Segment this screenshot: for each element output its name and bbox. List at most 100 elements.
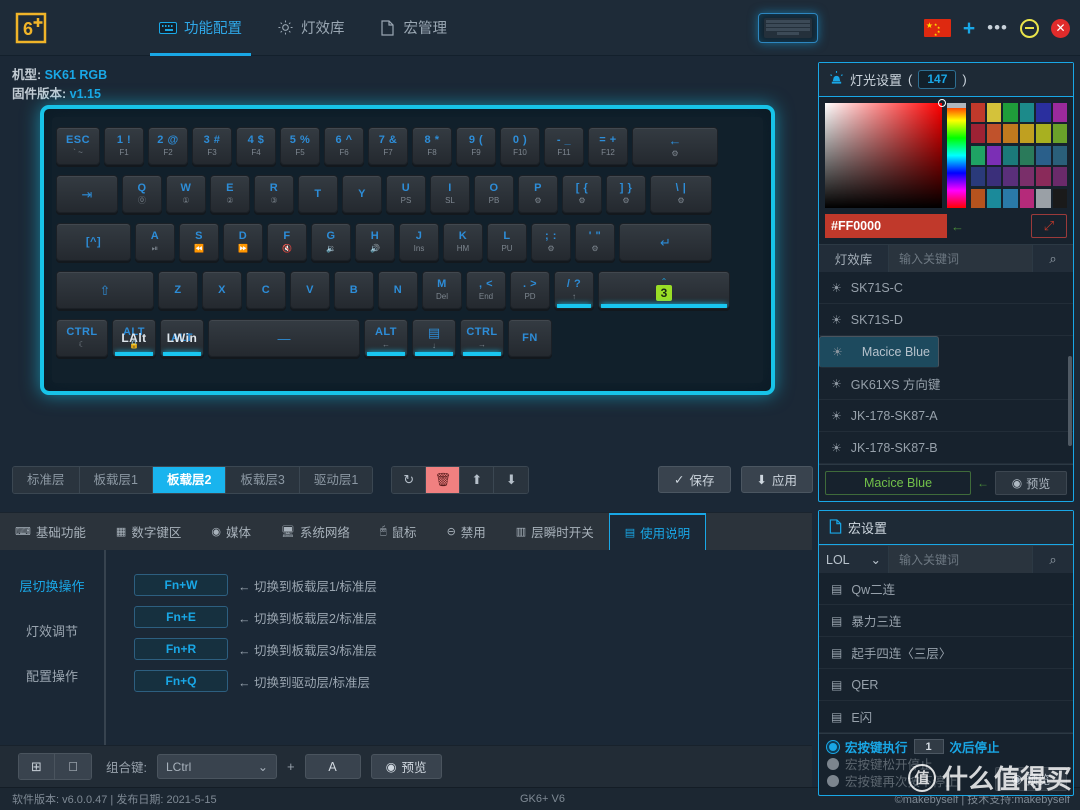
key-k[interactable]: K HM xyxy=(443,223,483,261)
key-'"[interactable]: ' " ⚙ xyxy=(575,223,615,261)
hex-value-field[interactable]: #FF0000 xyxy=(825,214,947,238)
key-8*[interactable]: 8 * F8 xyxy=(412,127,452,165)
color-swatch-15[interactable] xyxy=(1019,145,1035,165)
key-6^[interactable]: 6 ^ F6 xyxy=(324,127,364,165)
color-swatch-21[interactable] xyxy=(1019,167,1035,187)
key-=+[interactable]: = + F12 xyxy=(588,127,628,165)
color-swatch-23[interactable] xyxy=(1052,167,1067,187)
key-r[interactable]: R③ xyxy=(254,175,294,213)
key-/?[interactable]: / ? ↑ xyxy=(554,271,594,309)
key-5%[interactable]: 5 % F5 xyxy=(280,127,320,165)
key-w[interactable]: W① xyxy=(166,175,206,213)
key-⇥[interactable]: ⇥ xyxy=(56,175,118,213)
key-b[interactable]: B xyxy=(334,271,374,309)
key--_[interactable]: - _ F11 xyxy=(544,127,584,165)
search-icon[interactable]: ⌕ xyxy=(1033,546,1073,573)
color-swatch-26[interactable] xyxy=(1003,188,1018,208)
key-↵[interactable]: ↵ xyxy=(619,223,712,261)
macro-item-2[interactable]: ▤ 起手四连〈三层〉 xyxy=(819,637,1073,669)
macro-group-select[interactable]: LOL ⌄ xyxy=(819,546,889,573)
key-,<[interactable]: , < End xyxy=(466,271,506,309)
color-swatch-28[interactable] xyxy=(1036,188,1051,208)
key-f[interactable]: F 🔇 xyxy=(267,223,307,261)
color-swatch-17[interactable] xyxy=(1052,145,1067,165)
color-swatch-11[interactable] xyxy=(1052,124,1067,144)
key-x[interactable]: X xyxy=(202,271,242,309)
color-swatch-10[interactable] xyxy=(1036,124,1051,144)
color-swatch-6[interactable] xyxy=(970,124,986,144)
key-;:[interactable]: ; : ⚙ xyxy=(531,223,571,261)
key-←[interactable]: ← ⚙ xyxy=(632,127,718,165)
color-swatch-29[interactable] xyxy=(1052,188,1067,208)
keyboard-preview-button[interactable] xyxy=(758,13,818,43)
color-swatch-16[interactable] xyxy=(1036,145,1051,165)
function-tab-6[interactable]: ▥ 层瞬时开关 xyxy=(501,513,609,551)
download-icon[interactable]: ⬇ xyxy=(494,467,529,493)
color-swatch-27[interactable] xyxy=(1019,188,1035,208)
color-swatch-9[interactable] xyxy=(1019,124,1035,144)
key-ctrl[interactable]: CTRL → xyxy=(460,319,504,357)
light-library-button[interactable]: 灯效库 xyxy=(819,245,889,272)
macro-item-3[interactable]: ▤ QER xyxy=(819,669,1073,701)
key-d[interactable]: D ⏩ xyxy=(223,223,263,261)
close-button[interactable]: ✕ xyxy=(1051,18,1070,38)
key-1![interactable]: 1 ! F1 xyxy=(104,127,144,165)
minimize-button[interactable] xyxy=(1020,18,1039,38)
macro-item-4[interactable]: ▤ E闪 xyxy=(819,701,1073,733)
key-ctrl[interactable]: CTRL ☾ xyxy=(56,319,108,357)
key-4$[interactable]: 4 $ F4 xyxy=(236,127,276,165)
color-swatch-25[interactable] xyxy=(987,188,1002,208)
color-swatch-12[interactable] xyxy=(970,145,986,165)
function-tab-4[interactable]: 🖱 鼠标 xyxy=(365,513,432,551)
key-0)[interactable]: 0 ) F10 xyxy=(500,127,540,165)
usage-key-button-1[interactable]: Fn+E xyxy=(134,606,228,628)
key-9([interactable]: 9 (F9 xyxy=(456,127,496,165)
more-options-button[interactable]: ••• xyxy=(987,18,1008,38)
color-swatch-19[interactable] xyxy=(987,167,1002,187)
key-m[interactable]: M Del xyxy=(422,271,462,309)
macro-item-1[interactable]: ▤ 暴力三连 xyxy=(819,605,1073,637)
nav-item-macro-manage[interactable]: 宏管理 xyxy=(362,0,465,56)
layer-tab-3[interactable]: 板载层3 xyxy=(226,467,300,493)
color-swatch-14[interactable] xyxy=(1003,145,1018,165)
usage-key-button-0[interactable]: Fn+W xyxy=(134,574,228,596)
key-]}[interactable]: ] } ⚙ xyxy=(606,175,646,213)
key-esc[interactable]: ESC ` ~ xyxy=(56,127,100,165)
color-swatch-7[interactable] xyxy=(987,124,1002,144)
color-swatch-5[interactable] xyxy=(1052,103,1067,122)
macro-search-input[interactable]: 输入关键词 xyxy=(889,546,1033,573)
color-swatch-8[interactable] xyxy=(1003,124,1018,144)
color-swatch-20[interactable] xyxy=(1003,167,1018,187)
color-swatch-1[interactable] xyxy=(987,103,1002,122)
key-3[interactable]: ⌃ 3 xyxy=(598,271,730,309)
key-z[interactable]: Z xyxy=(158,271,198,309)
key-i[interactable]: I SL xyxy=(430,175,470,213)
nav-item-light-library[interactable]: 灯效库 xyxy=(259,0,362,56)
upload-icon[interactable]: ⬆ xyxy=(460,467,495,493)
light-search-input[interactable]: 输入关键词 xyxy=(889,245,1033,272)
color-swatch-22[interactable] xyxy=(1036,167,1051,187)
key-▤[interactable]: ▤ ↓ xyxy=(412,319,456,357)
key-j[interactable]: J Ins xyxy=(399,223,439,261)
key-e[interactable]: E② xyxy=(210,175,250,213)
function-tab-1[interactable]: ▦ 数字键区 xyxy=(101,513,196,551)
macro-radio-count[interactable]: 宏按键执行 1 次后停止 xyxy=(827,738,1067,755)
color-swatch-13[interactable] xyxy=(987,145,1002,165)
light-list-scrollbar[interactable] xyxy=(1068,356,1072,446)
add-device-button[interactable]: + xyxy=(963,18,975,39)
key-lwin[interactable]: ALT LWin xyxy=(160,319,204,357)
color-swatch-24[interactable] xyxy=(970,188,986,208)
key-a[interactable]: A ⏯ xyxy=(135,223,175,261)
key-[^][interactable]: [^] xyxy=(56,223,131,261)
key-lalt[interactable]: ALT LAlt 🔒 xyxy=(112,319,156,357)
china-flag-icon[interactable]: ★ ★ ★ ★ ★ xyxy=(923,19,951,37)
light-effect-item-1[interactable]: ☀ SK71S-D xyxy=(819,304,1073,336)
key-2@[interactable]: 2 @ F2 xyxy=(148,127,188,165)
light-preview-button[interactable]: ◉ 预览 xyxy=(995,471,1067,495)
light-effect-item-3[interactable]: ☀ GK61XS 方向键 xyxy=(819,368,1073,400)
macro-preview-button[interactable]: ◉ 预览 xyxy=(995,767,1067,791)
key-o[interactable]: O PB xyxy=(474,175,514,213)
usage-side-item-1[interactable]: 灯效调节 xyxy=(26,621,78,640)
function-tab-7[interactable]: ▤ 使用说明 xyxy=(608,512,707,551)
color-swatch-2[interactable] xyxy=(1003,103,1018,122)
